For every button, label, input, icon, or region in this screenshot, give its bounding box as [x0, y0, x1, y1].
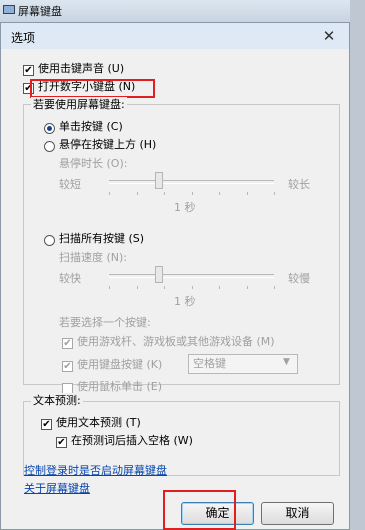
scan-speed-max-label: 较慢 [288, 272, 310, 285]
hover-duration-slider-thumb[interactable] [154, 172, 163, 189]
hover-duration-min-label: 较短 [59, 178, 81, 191]
slider-tick [246, 286, 248, 289]
key-sound-checkbox[interactable]: ✔ [23, 65, 34, 76]
dialog-title: 选项 [11, 31, 36, 45]
slider-tick [274, 286, 275, 289]
highlight-box-ok [163, 490, 236, 530]
joystick-label: 使用游戏杆、游戏板或其他游戏设备 (M) [77, 335, 275, 348]
joystick-checkbox[interactable]: ✔ [62, 338, 73, 349]
key-sound-label: 使用击键声音 (U) [38, 62, 125, 75]
hover-duration-max-label: 较长 [288, 178, 310, 191]
chevron-down-icon: ▼ [283, 357, 290, 367]
slider-tick [191, 286, 193, 289]
about-link[interactable]: 关于屏幕键盘 [24, 481, 90, 497]
click-keys-label: 单击按键 (C) [59, 120, 123, 133]
hover-keys-radio[interactable] [44, 141, 55, 152]
slider-tick [246, 192, 248, 195]
slider-tick [136, 192, 138, 195]
slider-tick [191, 192, 193, 195]
slider-tick [109, 192, 110, 195]
highlight-box-keypad [30, 79, 155, 98]
mouse-click-label: 使用鼠标单击 (E) [77, 380, 163, 393]
scan-keys-radio[interactable] [44, 235, 55, 246]
slider-tick [164, 286, 165, 289]
keyboard-key-checkbox[interactable]: ✔ [62, 361, 73, 372]
key-select-value: 空格键 [193, 357, 226, 370]
scan-speed-label: 扫描速度 (N): [59, 251, 128, 264]
close-icon[interactable]: ✕ [319, 27, 339, 45]
cancel-button[interactable]: 取消 [261, 502, 334, 525]
slider-tick [109, 286, 110, 289]
background-window-edge [350, 0, 365, 530]
slider-tick [274, 192, 275, 195]
slider-tick [136, 286, 138, 289]
scan-speed-min-label: 较快 [59, 272, 81, 285]
use-prediction-label: 使用文本预测 (T) [56, 416, 141, 429]
hover-keys-label: 悬停在按键上方 (H) [59, 138, 157, 151]
startup-settings-link[interactable]: 控制登录时是否启动屏幕键盘 [24, 463, 167, 479]
key-select-dropdown[interactable]: 空格键 ▼ [188, 354, 298, 374]
use-prediction-checkbox[interactable]: ✔ [41, 419, 52, 430]
scan-speed-track [109, 274, 274, 278]
keyboard-key-label: 使用键盘按键 (K) [77, 358, 163, 371]
hover-duration-value: 1 秒 [174, 201, 196, 214]
text-prediction-legend: 文本预测: [31, 393, 83, 409]
insert-space-checkbox[interactable]: ✔ [56, 437, 67, 448]
hover-duration-track [109, 180, 274, 184]
options-dialog: 选项 ✕ ✔ 使用击键声音 (U) ✔ 打开数字小键盘 (N) 若要使用屏幕键盘… [0, 22, 350, 530]
slider-tick [219, 192, 220, 195]
insert-space-label: 在预测词后插入空格 (W) [71, 434, 193, 447]
mode-group-legend: 若要使用屏幕键盘: [31, 97, 127, 113]
scan-speed-slider-thumb[interactable] [154, 266, 163, 283]
dialog-titlebar [1, 23, 349, 49]
background-window-title: 屏幕键盘 [18, 5, 62, 18]
keyboard-icon [3, 5, 15, 14]
scan-speed-value: 1 秒 [174, 295, 196, 308]
slider-tick [164, 192, 165, 195]
select-key-heading: 若要选择一个按键: [59, 316, 151, 329]
click-keys-radio[interactable] [44, 123, 55, 134]
hover-duration-label: 悬停时长 (O): [59, 157, 128, 170]
scan-keys-label: 扫描所有按键 (S) [59, 232, 145, 245]
slider-tick [219, 286, 220, 289]
